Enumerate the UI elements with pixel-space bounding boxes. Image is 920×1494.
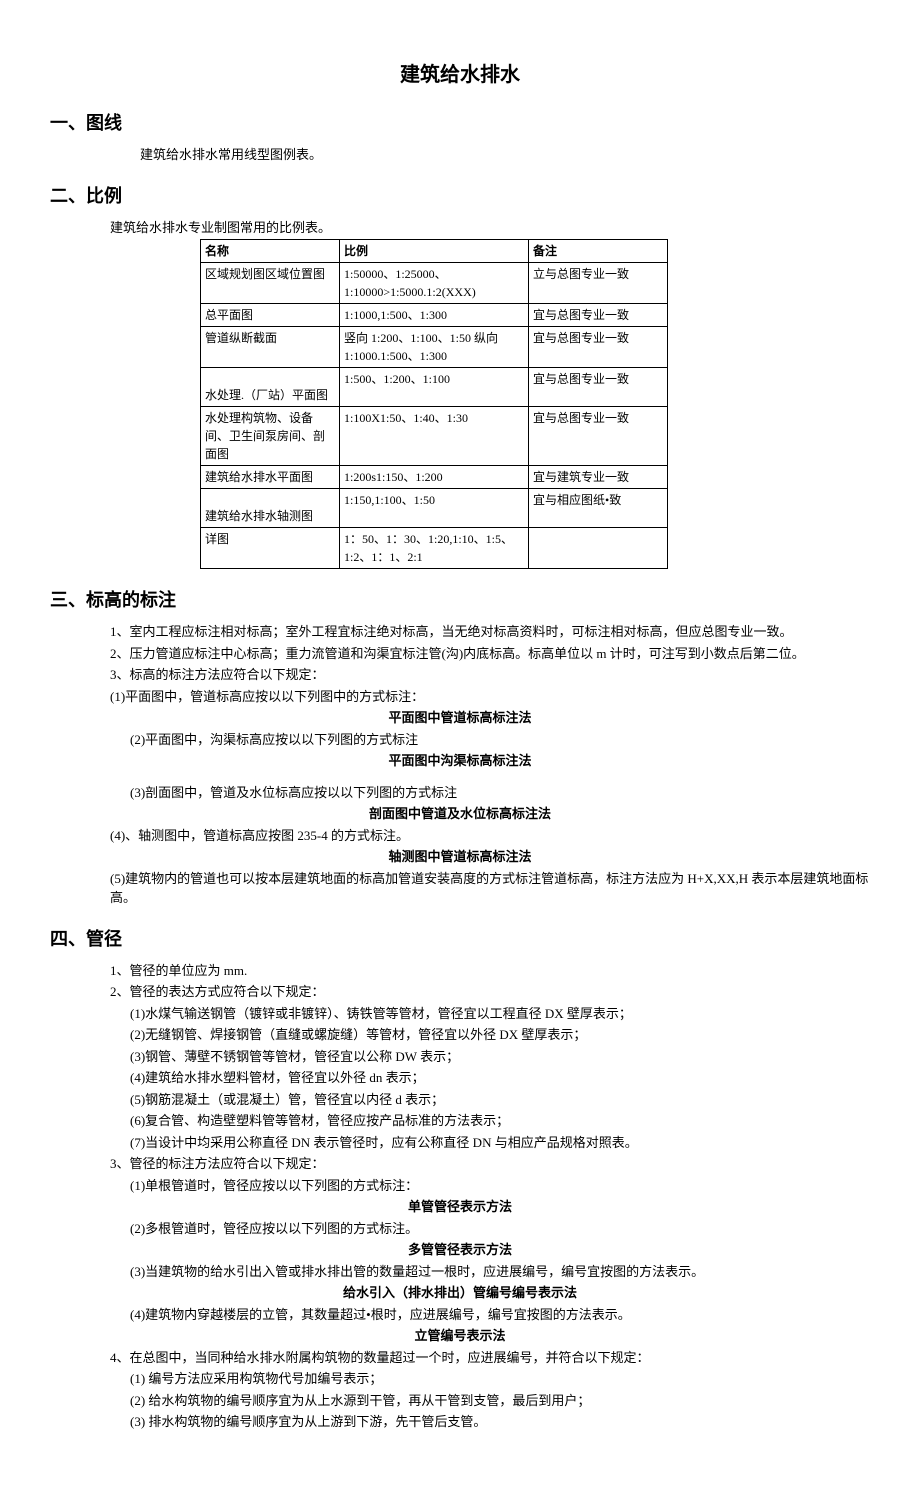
s3-caption-2: 平面图中沟渠标高标注法 — [50, 751, 870, 771]
s4-p6: (4)建筑给水排水塑料管材，管径宜以外径 dn 表示； — [130, 1068, 870, 1088]
cell-note: 宜与总图专业一致 — [529, 407, 668, 466]
s4-p4: (2)无缝钢管、焊接钢管（直缝或螺旋缝）等管材，管径宜以外径 DX 壁厚表示； — [130, 1025, 870, 1045]
s4-caption-4: 立管编号表示法 — [50, 1326, 870, 1346]
s4-p18: (3) 排水构筑物的编号顺序宜为从上游到下游，先干管后支管。 — [130, 1412, 870, 1432]
cell-scale: 1:100X1:50、1:40、1:30 — [340, 407, 529, 466]
s4-caption-3: 给水引入（排水排出）管编号编号表示法 — [50, 1283, 870, 1303]
s4-p15: 4、在总图中，当同种给水排水附属构筑物的数量超过一个时，应进展编号，并符合以下规… — [110, 1348, 870, 1368]
s3-p8: (5)建筑物内的管道也可以按本层建筑地面的标高加管道安装高度的方式标注管道标高，… — [110, 869, 870, 908]
cell-name: 水处理.（厂站）平面图 — [201, 368, 340, 407]
s4-p12: (2)多根管道时，管径应按以以下列图的方式标注。 — [130, 1219, 870, 1239]
cell-name: 详图 — [201, 528, 340, 569]
table-row: 水处理.（厂站）平面图 1:500、1:200、1:100 宜与总图专业一致 — [201, 368, 668, 407]
cell-note: 宜与总图专业一致 — [529, 327, 668, 368]
cell-name: 建筑给水排水平面图 — [201, 466, 340, 489]
cell-name: 建筑给水排水轴测图 — [201, 489, 340, 528]
cell-scale: 1:500、1:200、1:100 — [340, 368, 529, 407]
cell-scale: 竖向 1:200、1:100、1:50 纵向 1:1000.1:500、1:30… — [340, 327, 529, 368]
s4-caption-2: 多管管径表示方法 — [50, 1240, 870, 1260]
cell-name: 管道纵断截面 — [201, 327, 340, 368]
th-name: 名称 — [201, 240, 340, 263]
s4-p2: 2、管径的表达方式应符合以下规定： — [110, 982, 870, 1002]
s4-p1: 1、管径的单位应为 mm. — [110, 961, 870, 981]
section-1-heading: 一、图线 — [50, 110, 870, 137]
table-row: 建筑给水排水平面图 1:200s1:150、1:200 宜与建筑专业一致 — [201, 466, 668, 489]
th-scale: 比例 — [340, 240, 529, 263]
table-row: 水处理构筑物、设备间、卫生间泵房间、剖面图 1:100X1:50、1:40、1:… — [201, 407, 668, 466]
s4-p10: 3、管径的标注方法应符合以下规定： — [110, 1154, 870, 1174]
s3-p3: 3、标高的标注方法应符合以下规定： — [110, 665, 870, 685]
s4-p8: (6)复合管、构造壁塑料管等管材，管径应按产品标准的方法表示； — [130, 1111, 870, 1131]
s3-p4: (1)平面图中，管道标高应按以以下列图中的方式标注： — [110, 687, 870, 707]
s3-p7: (4)、轴测图中，管道标高应按图 235-4 的方式标注。 — [110, 826, 870, 846]
cell-note: 宜与总图专业一致 — [529, 368, 668, 407]
s4-p11: (1)单根管道时，管径应按以以下列图的方式标注： — [130, 1176, 870, 1196]
cell-note: 宜与建筑专业一致 — [529, 466, 668, 489]
s3-caption-1: 平面图中管道标高标注法 — [50, 708, 870, 728]
table-row: 建筑给水排水轴测图 1:150,1:100、1:50 宜与相应图纸•致 — [201, 489, 668, 528]
cell-note: 宜与总图专业一致 — [529, 304, 668, 327]
cell-scale: 1：50、1：30、1:20,1:10、1:5、1:2、1：1、2:1 — [340, 528, 529, 569]
cell-scale: 1:150,1:100、1:50 — [340, 489, 529, 528]
s3-p1: 1、室内工程应标注相对标高；室外工程宜标注绝对标高，当无绝对标高资料时，可标注相… — [110, 622, 870, 642]
s4-p16: (1) 编号方法应采用构筑物代号加编号表示； — [130, 1369, 870, 1389]
cell-scale: 1:1000,1:500、1:300 — [340, 304, 529, 327]
page-title: 建筑给水排水 — [50, 60, 870, 90]
s4-caption-1: 单管管径表示方法 — [50, 1197, 870, 1217]
cell-note: 宜与相应图纸•致 — [529, 489, 668, 528]
table-row: 详图 1：50、1：30、1:20,1:10、1:5、1:2、1：1、2:1 — [201, 528, 668, 569]
table-header-row: 名称 比例 备注 — [201, 240, 668, 263]
cell-name: 总平面图 — [201, 304, 340, 327]
cell-note — [529, 528, 668, 569]
s4-p9: (7)当设计中均采用公称直径 DN 表示管径时，应有公称直径 DN 与相应产品规… — [130, 1133, 870, 1153]
section-2-heading: 二、比例 — [50, 183, 870, 210]
cell-scale: 1:50000、1:25000、1:10000>1:5000.1:2(XXX) — [340, 263, 529, 304]
table-row: 管道纵断截面 竖向 1:200、1:100、1:50 纵向 1:1000.1:5… — [201, 327, 668, 368]
s4-p13: (3)当建筑物的给水引出入管或排水排出管的数量超过一根时，应进展编号，编号宜按图… — [130, 1262, 870, 1282]
s4-p17: (2) 给水构筑物的编号顺序宜为从上水源到干管，再从干管到支管，最后到用户； — [130, 1391, 870, 1411]
cell-name: 水处理构筑物、设备间、卫生间泵房间、剖面图 — [201, 407, 340, 466]
section-2-intro: 建筑给水排水专业制图常用的比例表。 — [110, 218, 870, 238]
s3-p6: (3)剖面图中，管道及水位标高应按以以下列图的方式标注 — [130, 783, 870, 803]
section-4-heading: 四、管径 — [50, 926, 870, 953]
cell-scale: 1:200s1:150、1:200 — [340, 466, 529, 489]
s3-caption-4: 轴测图中管道标高标注法 — [50, 847, 870, 867]
table-row: 区域规划图区域位置图 1:50000、1:25000、1:10000>1:500… — [201, 263, 668, 304]
section-3-heading: 三、标高的标注 — [50, 587, 870, 614]
table-row: 总平面图 1:1000,1:500、1:300 宜与总图专业一致 — [201, 304, 668, 327]
s4-p5: (3)钢管、薄壁不锈钢管等管材，管径宜以公称 DW 表示； — [130, 1047, 870, 1067]
cell-note: 立与总图专业一致 — [529, 263, 668, 304]
cell-name: 区域规划图区域位置图 — [201, 263, 340, 304]
s4-p14: (4)建筑物内穿越楼层的立管，其数量超过•根时，应进展编号，编号宜按图的方法表示… — [130, 1305, 870, 1325]
s3-p5: (2)平面图中，沟渠标高应按以以下列图的方式标注 — [130, 730, 870, 750]
section-1-text: 建筑给水排水常用线型图例表。 — [140, 145, 870, 165]
s4-p7: (5)钢筋混凝土（或混凝土）管，管径宜以内径 d 表示； — [130, 1090, 870, 1110]
s3-p2: 2、压力管道应标注中心标高；重力流管道和沟渠宜标注管(沟)内底标高。标高单位以 … — [110, 644, 870, 664]
scale-table: 名称 比例 备注 区域规划图区域位置图 1:50000、1:25000、1:10… — [200, 239, 668, 569]
s4-p3: (1)水煤气输送钢管（镀锌或非镀锌）、铸铁管等管材，管径宜以工程直径 DX 壁厚… — [130, 1004, 870, 1024]
th-note: 备注 — [529, 240, 668, 263]
s3-caption-3: 剖面图中管道及水位标高标注法 — [50, 804, 870, 824]
